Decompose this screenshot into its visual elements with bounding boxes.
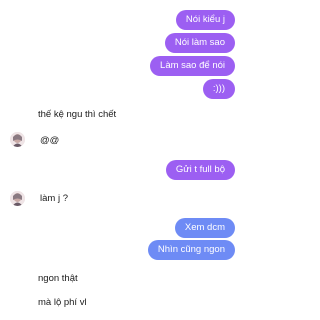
sent-message[interactable]: Xem dcm xyxy=(174,218,235,238)
received-message[interactable]: mà lộ phí vl xyxy=(38,297,87,308)
sent-message[interactable]: Nói kiểu j xyxy=(175,10,235,30)
sent-message[interactable]: :))) xyxy=(202,79,235,99)
sent-message[interactable]: Làm sao để nói xyxy=(150,56,235,76)
contact-avatar[interactable] xyxy=(10,191,25,206)
received-message[interactable]: @@ xyxy=(40,135,59,146)
sent-message[interactable]: Nhìn cũng ngon xyxy=(147,240,235,260)
sent-message[interactable]: Gửi t full bộ xyxy=(165,160,235,180)
sent-message[interactable]: Nói làm sao xyxy=(164,33,235,53)
received-message[interactable]: thế kệ ngu thì chết xyxy=(38,109,116,120)
contact-avatar[interactable] xyxy=(10,132,25,147)
received-message[interactable]: ngon thật xyxy=(38,273,78,284)
received-message[interactable]: làm j ? xyxy=(40,193,68,204)
chat-thread: Nói kiểu j Nói làm sao Làm sao để nói :)… xyxy=(0,0,240,320)
